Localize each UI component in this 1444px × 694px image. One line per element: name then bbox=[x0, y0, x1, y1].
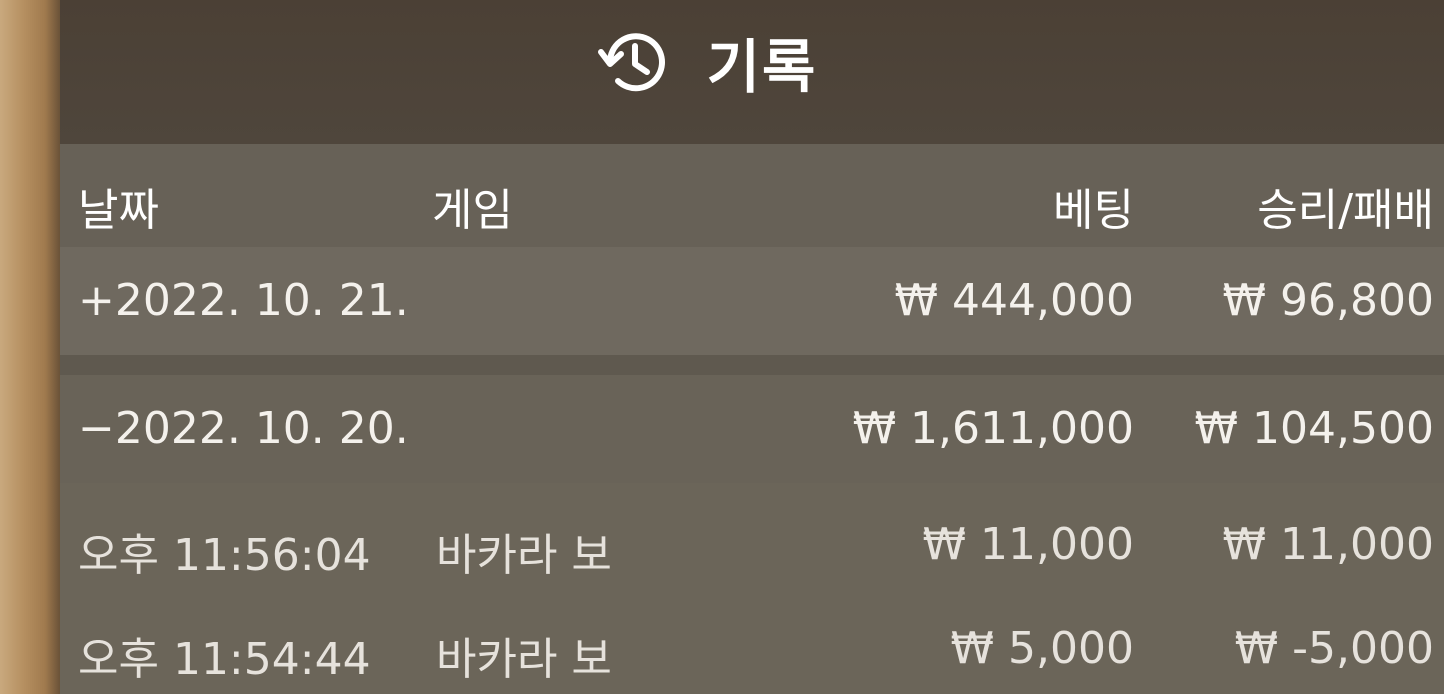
column-header-date[interactable]: 날짜 bbox=[78, 174, 159, 238]
history-header: 기록 bbox=[60, 0, 1444, 144]
entry-bet: ₩ 5,000 bbox=[950, 623, 1134, 674]
column-header-bet[interactable]: 베팅 bbox=[1053, 174, 1134, 238]
column-header-game[interactable]: 게임 bbox=[432, 174, 513, 238]
day-date: +2022. 10. 21. bbox=[78, 275, 409, 326]
table-header: 날짜 게임 베팅 승리/패배 bbox=[60, 144, 1444, 247]
row-divider bbox=[60, 355, 1444, 375]
table-row[interactable]: 오후 11:54:44 바카라 보 ₩ 5,000 ₩ -5,000 bbox=[60, 603, 1444, 694]
column-header-win-loss[interactable]: 승리/패배 bbox=[1257, 174, 1434, 238]
history-icon bbox=[597, 24, 673, 100]
day-win-loss-total: ₩ 104,500 bbox=[1194, 403, 1434, 454]
wood-frame bbox=[0, 0, 60, 694]
entry-game: 바카라 보 bbox=[436, 530, 612, 581]
entry-win-loss: ₩ 11,000 bbox=[1222, 519, 1434, 570]
entry-game: 바카라 보 bbox=[436, 634, 612, 685]
entry-win-loss: ₩ -5,000 bbox=[1234, 623, 1434, 674]
day-bet-total: ₩ 1,611,000 bbox=[852, 403, 1134, 454]
history-panel: 기록 날짜 게임 베팅 승리/패배 +2022. 10. 21. ₩ 444,0… bbox=[60, 0, 1444, 694]
entry-time: 오후 11:56:04 bbox=[78, 530, 371, 581]
page-title: 기록 bbox=[706, 33, 818, 101]
entry-time: 오후 11:54:44 bbox=[78, 634, 371, 685]
day-win-loss-total: ₩ 96,800 bbox=[1222, 275, 1434, 326]
day-row-expanded[interactable]: −2022. 10. 20. ₩ 1,611,000 ₩ 104,500 bbox=[60, 375, 1444, 483]
day-date: −2022. 10. 20. bbox=[78, 403, 409, 454]
day-bet-total: ₩ 444,000 bbox=[894, 275, 1134, 326]
entry-bet: ₩ 11,000 bbox=[922, 519, 1134, 570]
day-row-collapsed[interactable]: +2022. 10. 21. ₩ 444,000 ₩ 96,800 bbox=[60, 247, 1444, 355]
table-row[interactable]: 오후 11:56:04 바카라 보 ₩ 11,000 ₩ 11,000 bbox=[60, 483, 1444, 603]
